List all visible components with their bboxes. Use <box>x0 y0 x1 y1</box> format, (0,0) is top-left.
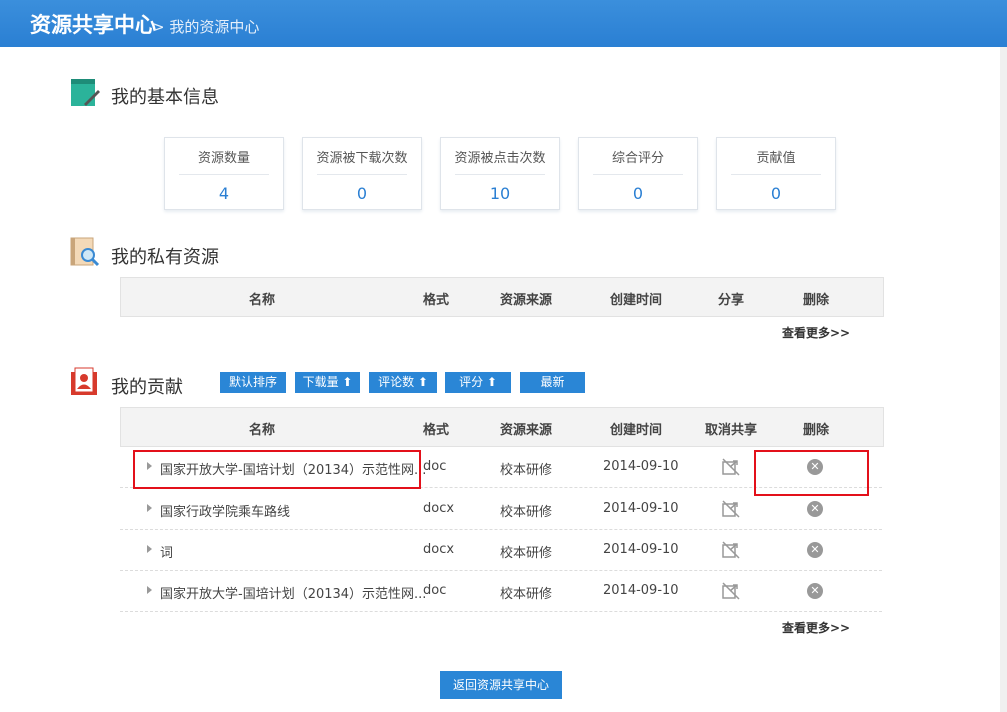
sort-default-button[interactable]: 默认排序 <box>220 372 286 393</box>
expand-arrow-icon[interactable] <box>147 504 152 512</box>
resource-date: 2014-09-10 <box>603 583 679 598</box>
delete-icon[interactable]: ✕ <box>807 542 823 558</box>
col-date: 创建时间 <box>610 423 663 438</box>
resource-name-link[interactable]: 词 <box>160 542 173 561</box>
stat-card: 资源数量 4 <box>164 137 284 210</box>
col-delete: 删除 <box>803 423 830 438</box>
col-format: 格式 <box>423 423 450 438</box>
search-document-icon <box>70 237 100 267</box>
sort-comments-button[interactable]: 评论数 ⬆ <box>369 372 437 393</box>
delete-icon[interactable]: ✕ <box>807 583 823 599</box>
basic-info-title: 我的基本信息 <box>111 87 219 108</box>
table-row: 词 docx 校本研修 2014-09-10 ✕ <box>120 529 882 571</box>
unshare-icon[interactable] <box>722 541 740 559</box>
app-title: 资源共享中心 <box>30 13 156 37</box>
delete-icon[interactable]: ✕ <box>807 501 823 517</box>
resource-source: 校本研修 <box>500 463 553 478</box>
stat-label: 资源数量 <box>197 151 250 166</box>
scrollbar[interactable] <box>1000 47 1007 712</box>
col-unshare: 取消共享 <box>705 423 758 438</box>
col-date: 创建时间 <box>610 293 663 308</box>
resource-source: 校本研修 <box>500 546 553 561</box>
unshare-icon[interactable] <box>722 582 740 600</box>
col-source: 资源来源 <box>500 423 553 438</box>
resource-date: 2014-09-10 <box>603 501 679 516</box>
resource-name-link[interactable]: 国家开放大学-国培计划（20134）示范性网... <box>160 583 426 602</box>
stat-value: 10 <box>489 184 511 203</box>
private-table-header: 名称 格式 资源来源 创建时间 分享 删除 <box>120 277 884 317</box>
resource-date: 2014-09-10 <box>603 542 679 557</box>
user-badge-icon <box>71 367 97 395</box>
resource-date: 2014-09-10 <box>603 459 679 474</box>
unshare-icon[interactable] <box>722 500 740 518</box>
sort-downloads-button[interactable]: 下载量 ⬆ <box>295 372 360 393</box>
col-share: 分享 <box>718 293 745 308</box>
contrib-more-link[interactable]: 查看更多>> <box>782 619 850 636</box>
resource-format: docx <box>423 501 455 516</box>
stat-label: 贡献值 <box>756 151 796 166</box>
stat-card: 综合评分 0 <box>578 137 698 210</box>
stat-label: 综合评分 <box>611 151 664 166</box>
col-name: 名称 <box>249 293 276 308</box>
private-more-link[interactable]: 查看更多>> <box>782 324 850 341</box>
col-name: 名称 <box>249 423 276 438</box>
resource-name-link[interactable]: 国家行政学院乘车路线 <box>160 501 290 520</box>
stat-value: 0 <box>632 184 644 203</box>
resource-format: doc <box>423 459 447 474</box>
resource-format: doc <box>423 583 447 598</box>
private-title: 我的私有资源 <box>111 247 219 268</box>
breadcrumb: > 我的资源中心 <box>152 18 260 36</box>
resource-source: 校本研修 <box>500 587 553 602</box>
back-to-center-button[interactable]: 返回资源共享中心 <box>440 671 562 699</box>
sort-rating-button[interactable]: 评分 ⬆ <box>445 372 511 393</box>
col-source: 资源来源 <box>500 293 553 308</box>
stat-card: 资源被下载次数 0 <box>302 137 422 210</box>
highlight-box-name <box>133 450 421 489</box>
stat-value: 0 <box>770 184 782 203</box>
resource-format: docx <box>423 542 455 557</box>
unshare-icon[interactable] <box>722 458 740 476</box>
expand-arrow-icon[interactable] <box>147 586 152 594</box>
stat-label: 资源被点击次数 <box>454 151 546 166</box>
table-row: 国家开放大学-国培计划（20134）示范性网... doc 校本研修 2014-… <box>120 570 882 612</box>
notepad-icon <box>71 79 100 106</box>
expand-arrow-icon[interactable] <box>147 545 152 553</box>
contrib-title: 我的贡献 <box>111 377 183 398</box>
sort-newest-button[interactable]: 最新 <box>520 372 585 393</box>
contrib-table-header: 名称 格式 资源来源 创建时间 取消共享 删除 <box>120 407 884 447</box>
col-format: 格式 <box>423 293 450 308</box>
stat-label: 资源被下载次数 <box>316 151 408 166</box>
stat-value: 4 <box>218 184 230 203</box>
stat-value: 0 <box>356 184 368 203</box>
col-delete: 删除 <box>803 293 830 308</box>
resource-source: 校本研修 <box>500 505 553 520</box>
highlight-box-delete <box>754 450 869 496</box>
stat-card: 资源被点击次数 10 <box>440 137 560 210</box>
stat-card: 贡献值 0 <box>716 137 836 210</box>
top-bar: 资源共享中心 > 我的资源中心 <box>0 0 1007 47</box>
